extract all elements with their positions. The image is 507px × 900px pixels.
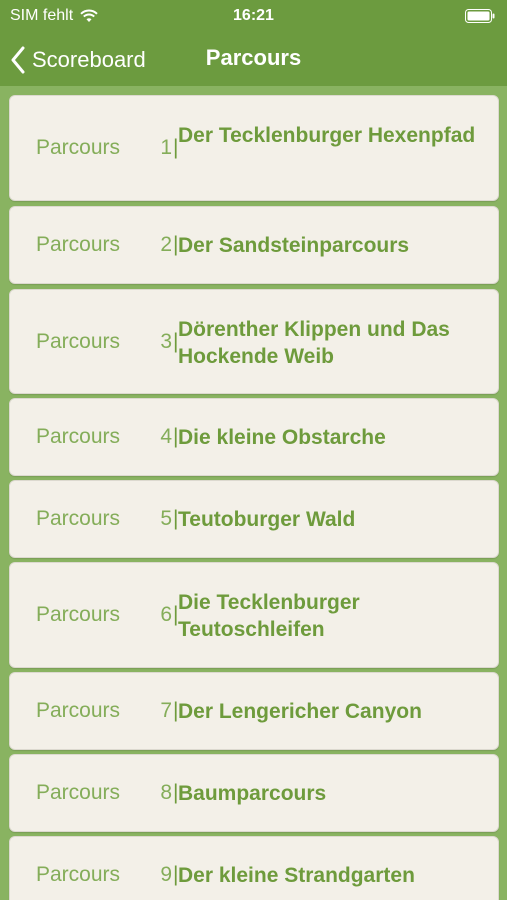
list-item[interactable]: Parcours 9 | Der kleine Strandgarten: [9, 836, 499, 900]
list-item-number: 6: [160, 603, 172, 626]
list-item[interactable]: Parcours 7 | Der Lengericher Canyon: [9, 672, 499, 750]
list-item-prefix: Parcours: [36, 603, 121, 626]
list-item-number: 2: [160, 233, 172, 256]
list-item-title: Dörenther Klippen und Das Hockende Weib: [178, 318, 450, 368]
list-item-title: Die kleine Obstarche: [178, 426, 386, 449]
navigation-bar: Scoreboard Parcours: [0, 34, 507, 86]
list-item-prefix: Parcours: [36, 425, 121, 448]
list-item-number: 3: [160, 330, 172, 353]
list-item[interactable]: Parcours 8 | Baumparcours: [9, 754, 499, 832]
list-item-number: 9: [160, 863, 172, 886]
list-item-title: Baumparcours: [178, 782, 327, 805]
list-item-number: 5: [160, 507, 172, 530]
parcours-list[interactable]: Parcours 1 | Der Tecklenburger Hexenpfad…: [0, 86, 507, 900]
list-item-prefix: Parcours: [36, 136, 121, 159]
list-item-title: Der Sandsteinparcours: [178, 234, 410, 257]
list-item[interactable]: Parcours 3 | Dörenther Klippen und Das H…: [9, 289, 499, 394]
list-item-title: Teutoburger Wald: [178, 508, 356, 531]
list-item[interactable]: Parcours 4 | Die kleine Obstarche: [9, 398, 499, 476]
list-item[interactable]: Parcours 1 | Der Tecklenburger Hexenpfad: [9, 95, 499, 201]
list-item-number: 7: [160, 699, 172, 722]
list-item-title: Der kleine Strandgarten: [178, 864, 415, 887]
battery-icon: [465, 9, 495, 23]
status-time: 16:21: [233, 7, 274, 24]
list-item[interactable]: Parcours 5 | Teutoburger Wald: [9, 480, 499, 558]
list-item-prefix: Parcours: [36, 781, 121, 804]
list-item-title: Die Tecklenburger Teutoschleifen: [178, 591, 360, 641]
list-item-number: 8: [160, 781, 172, 804]
list-item-prefix: Parcours: [36, 507, 121, 530]
status-bar: SIM fehlt 16:21: [0, 0, 507, 34]
list-item[interactable]: Parcours 6 | Die Tecklenburger Teutoschl…: [9, 562, 499, 668]
list-item-prefix: Parcours: [36, 863, 121, 886]
list-item-prefix: Parcours: [36, 699, 121, 722]
list-item-title: Der Tecklenburger Hexenpfad: [178, 124, 476, 147]
list-item-prefix: Parcours: [36, 233, 121, 256]
list-item-title: Der Lengericher Canyon: [178, 700, 422, 723]
list-item-number: 4: [160, 425, 172, 448]
list-item-prefix: Parcours: [36, 330, 121, 353]
list-item[interactable]: Parcours 2 | Der Sandsteinparcours: [9, 206, 499, 284]
list-item-number: 1: [160, 136, 172, 159]
page-title: Parcours: [205, 45, 302, 70]
